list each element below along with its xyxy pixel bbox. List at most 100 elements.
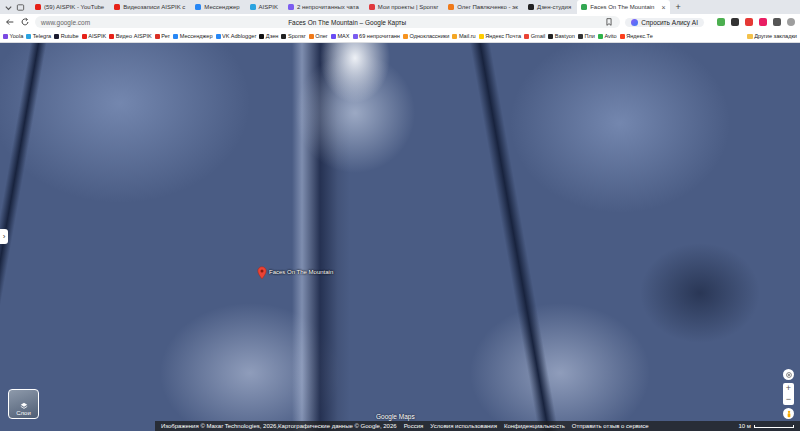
tab-list-icon[interactable] <box>16 3 25 12</box>
tab[interactable]: Олег Павлюченко - эк <box>444 0 522 14</box>
street-view-button[interactable] <box>783 408 794 419</box>
favicon-icon <box>3 34 8 39</box>
bookmark-icon[interactable] <box>604 17 614 27</box>
satellite-map[interactable]: › Faces On The Mountain Слои + − Google … <box>0 43 800 431</box>
download-icon[interactable] <box>717 18 725 26</box>
favicon-icon <box>452 34 457 39</box>
zoom-in-button[interactable]: + <box>783 383 794 394</box>
browser-window: (59) AISPIK - YouTube Видеозаписи AISPIK… <box>0 0 800 431</box>
extension-icon[interactable] <box>759 18 767 26</box>
bookmark[interactable]: Мессенджер <box>173 33 212 39</box>
favicon-icon <box>195 4 201 10</box>
reload-icon[interactable] <box>20 17 30 27</box>
bookmark[interactable]: MAX <box>331 33 350 39</box>
footer-link[interactable]: Условия использования <box>430 423 497 429</box>
pin-label: Faces On The Mountain <box>269 269 333 275</box>
close-tab-button[interactable]: × <box>661 4 665 11</box>
bookmark[interactable]: Rutube <box>54 33 79 39</box>
tab[interactable]: Faces On The Mountain × <box>577 0 669 14</box>
bookmark-label: Mail.ru <box>459 33 476 39</box>
bookmark[interactable]: Олег <box>309 33 328 39</box>
bookmark[interactable]: Telegra <box>26 33 51 39</box>
ask-alice-button[interactable]: Спросить Алису AI <box>625 18 704 27</box>
bookmark[interactable]: Sponsr <box>281 33 305 39</box>
scale-line <box>754 425 794 428</box>
bookmark[interactable]: Avito <box>598 33 617 39</box>
tab-label: AISPIK <box>259 4 278 10</box>
back-arrow-icon[interactable] <box>5 17 15 27</box>
extension-icon[interactable] <box>745 18 753 26</box>
tab[interactable]: (59) AISPIK - YouTube <box>31 0 108 14</box>
other-bookmarks[interactable]: Другие закладки <box>747 33 797 39</box>
bookmark-label: Avito <box>604 33 616 39</box>
bookmark-label: Рет <box>161 33 170 39</box>
zoom-out-button[interactable]: − <box>783 394 794 405</box>
layers-icon <box>20 402 28 410</box>
footer-link[interactable]: Конфиденциальность <box>504 423 565 429</box>
bookmark[interactable]: 69 непрочитанн <box>353 33 400 39</box>
favicon-icon <box>578 34 583 39</box>
bookmark-label: Gmail <box>531 33 546 39</box>
bookmark-label: Sponsr <box>288 33 306 39</box>
bookmark-label: Rutube <box>61 33 79 39</box>
layers-label: Слои <box>16 410 31 416</box>
favicon-icon <box>173 34 178 39</box>
bookmark-label: Яндекс.Те <box>626 33 653 39</box>
bookmark[interactable]: Дзен <box>259 33 278 39</box>
tab-label: Мои проекты | Sponsr <box>378 4 438 10</box>
tab-label: (59) AISPIK - YouTube <box>44 4 104 10</box>
my-location-button[interactable] <box>783 369 794 380</box>
bookmark[interactable]: Одноклассники <box>403 33 449 39</box>
favicon-icon <box>581 4 587 10</box>
bookmark-label: Пли <box>584 33 594 39</box>
bookmark[interactable]: Яндекс Почта <box>479 33 521 39</box>
profile-icon[interactable] <box>787 18 795 26</box>
bookmark[interactable]: AISPIK <box>82 33 107 39</box>
bookmark[interactable]: Яндекс.Те <box>620 33 653 39</box>
favicon-icon <box>353 34 358 39</box>
bookmark[interactable]: VK Adblogger <box>216 33 257 39</box>
bookmark[interactable]: Пли <box>578 33 595 39</box>
side-panel-toggle[interactable]: › <box>0 229 8 244</box>
map-pin[interactable]: Faces On The Mountain <box>257 266 333 280</box>
extensions <box>717 18 795 26</box>
layers-button[interactable]: Слои <box>8 389 39 419</box>
address-field[interactable]: www.google.com Faces On The Mountain – G… <box>35 16 620 28</box>
bookmark-label: Yoola <box>10 33 24 39</box>
scale-bar[interactable]: 10 м <box>739 423 794 429</box>
bookmark[interactable]: Gmail <box>524 33 545 39</box>
bookmark[interactable]: Рет <box>155 33 170 39</box>
alice-label: Спросить Алису AI <box>641 19 698 26</box>
bookmark[interactable]: Bastyon <box>548 33 575 39</box>
tabs-menu-icon[interactable] <box>4 3 13 12</box>
scale-label: 10 м <box>739 423 751 429</box>
bookmark-label: Telegra <box>33 33 51 39</box>
bookmark[interactable]: Видео AISPIK <box>109 33 151 39</box>
folder-icon <box>747 34 753 39</box>
tab-label: Олег Павлюченко - эк <box>457 4 518 10</box>
favicon-icon <box>528 4 534 10</box>
footer-link[interactable]: Отправить отзыв о сервисе <box>572 423 649 429</box>
favicon-icon <box>369 4 375 10</box>
tab[interactable]: 2 непрочитанных чата <box>284 0 363 14</box>
favicon-icon <box>35 4 41 10</box>
extension-icon[interactable] <box>773 18 781 26</box>
extension-icon[interactable] <box>731 18 739 26</box>
bookmark[interactable]: Mail.ru <box>452 33 475 39</box>
favicon-icon <box>448 4 454 10</box>
map-controls: + − <box>783 369 794 419</box>
favicon-icon <box>281 34 286 39</box>
tab[interactable]: Дзен-студия <box>524 0 575 14</box>
footer-link[interactable]: Россия <box>404 423 424 429</box>
tab[interactable]: AISPIK <box>246 0 282 14</box>
favicon-icon <box>288 4 294 10</box>
tab[interactable]: Мои проекты | Sponsr <box>365 0 442 14</box>
favicon-icon <box>403 34 408 39</box>
new-tab-button[interactable]: + <box>676 2 681 12</box>
tab[interactable]: Мессенджер <box>191 0 243 14</box>
favicon-icon <box>216 34 221 39</box>
tab[interactable]: Видеозаписи AISPIK с <box>110 0 189 14</box>
bookmark-label: Одноклассники <box>409 33 449 39</box>
bookmark[interactable]: Yoola <box>3 33 23 39</box>
bookmark-label: Мессенджер <box>180 33 213 39</box>
